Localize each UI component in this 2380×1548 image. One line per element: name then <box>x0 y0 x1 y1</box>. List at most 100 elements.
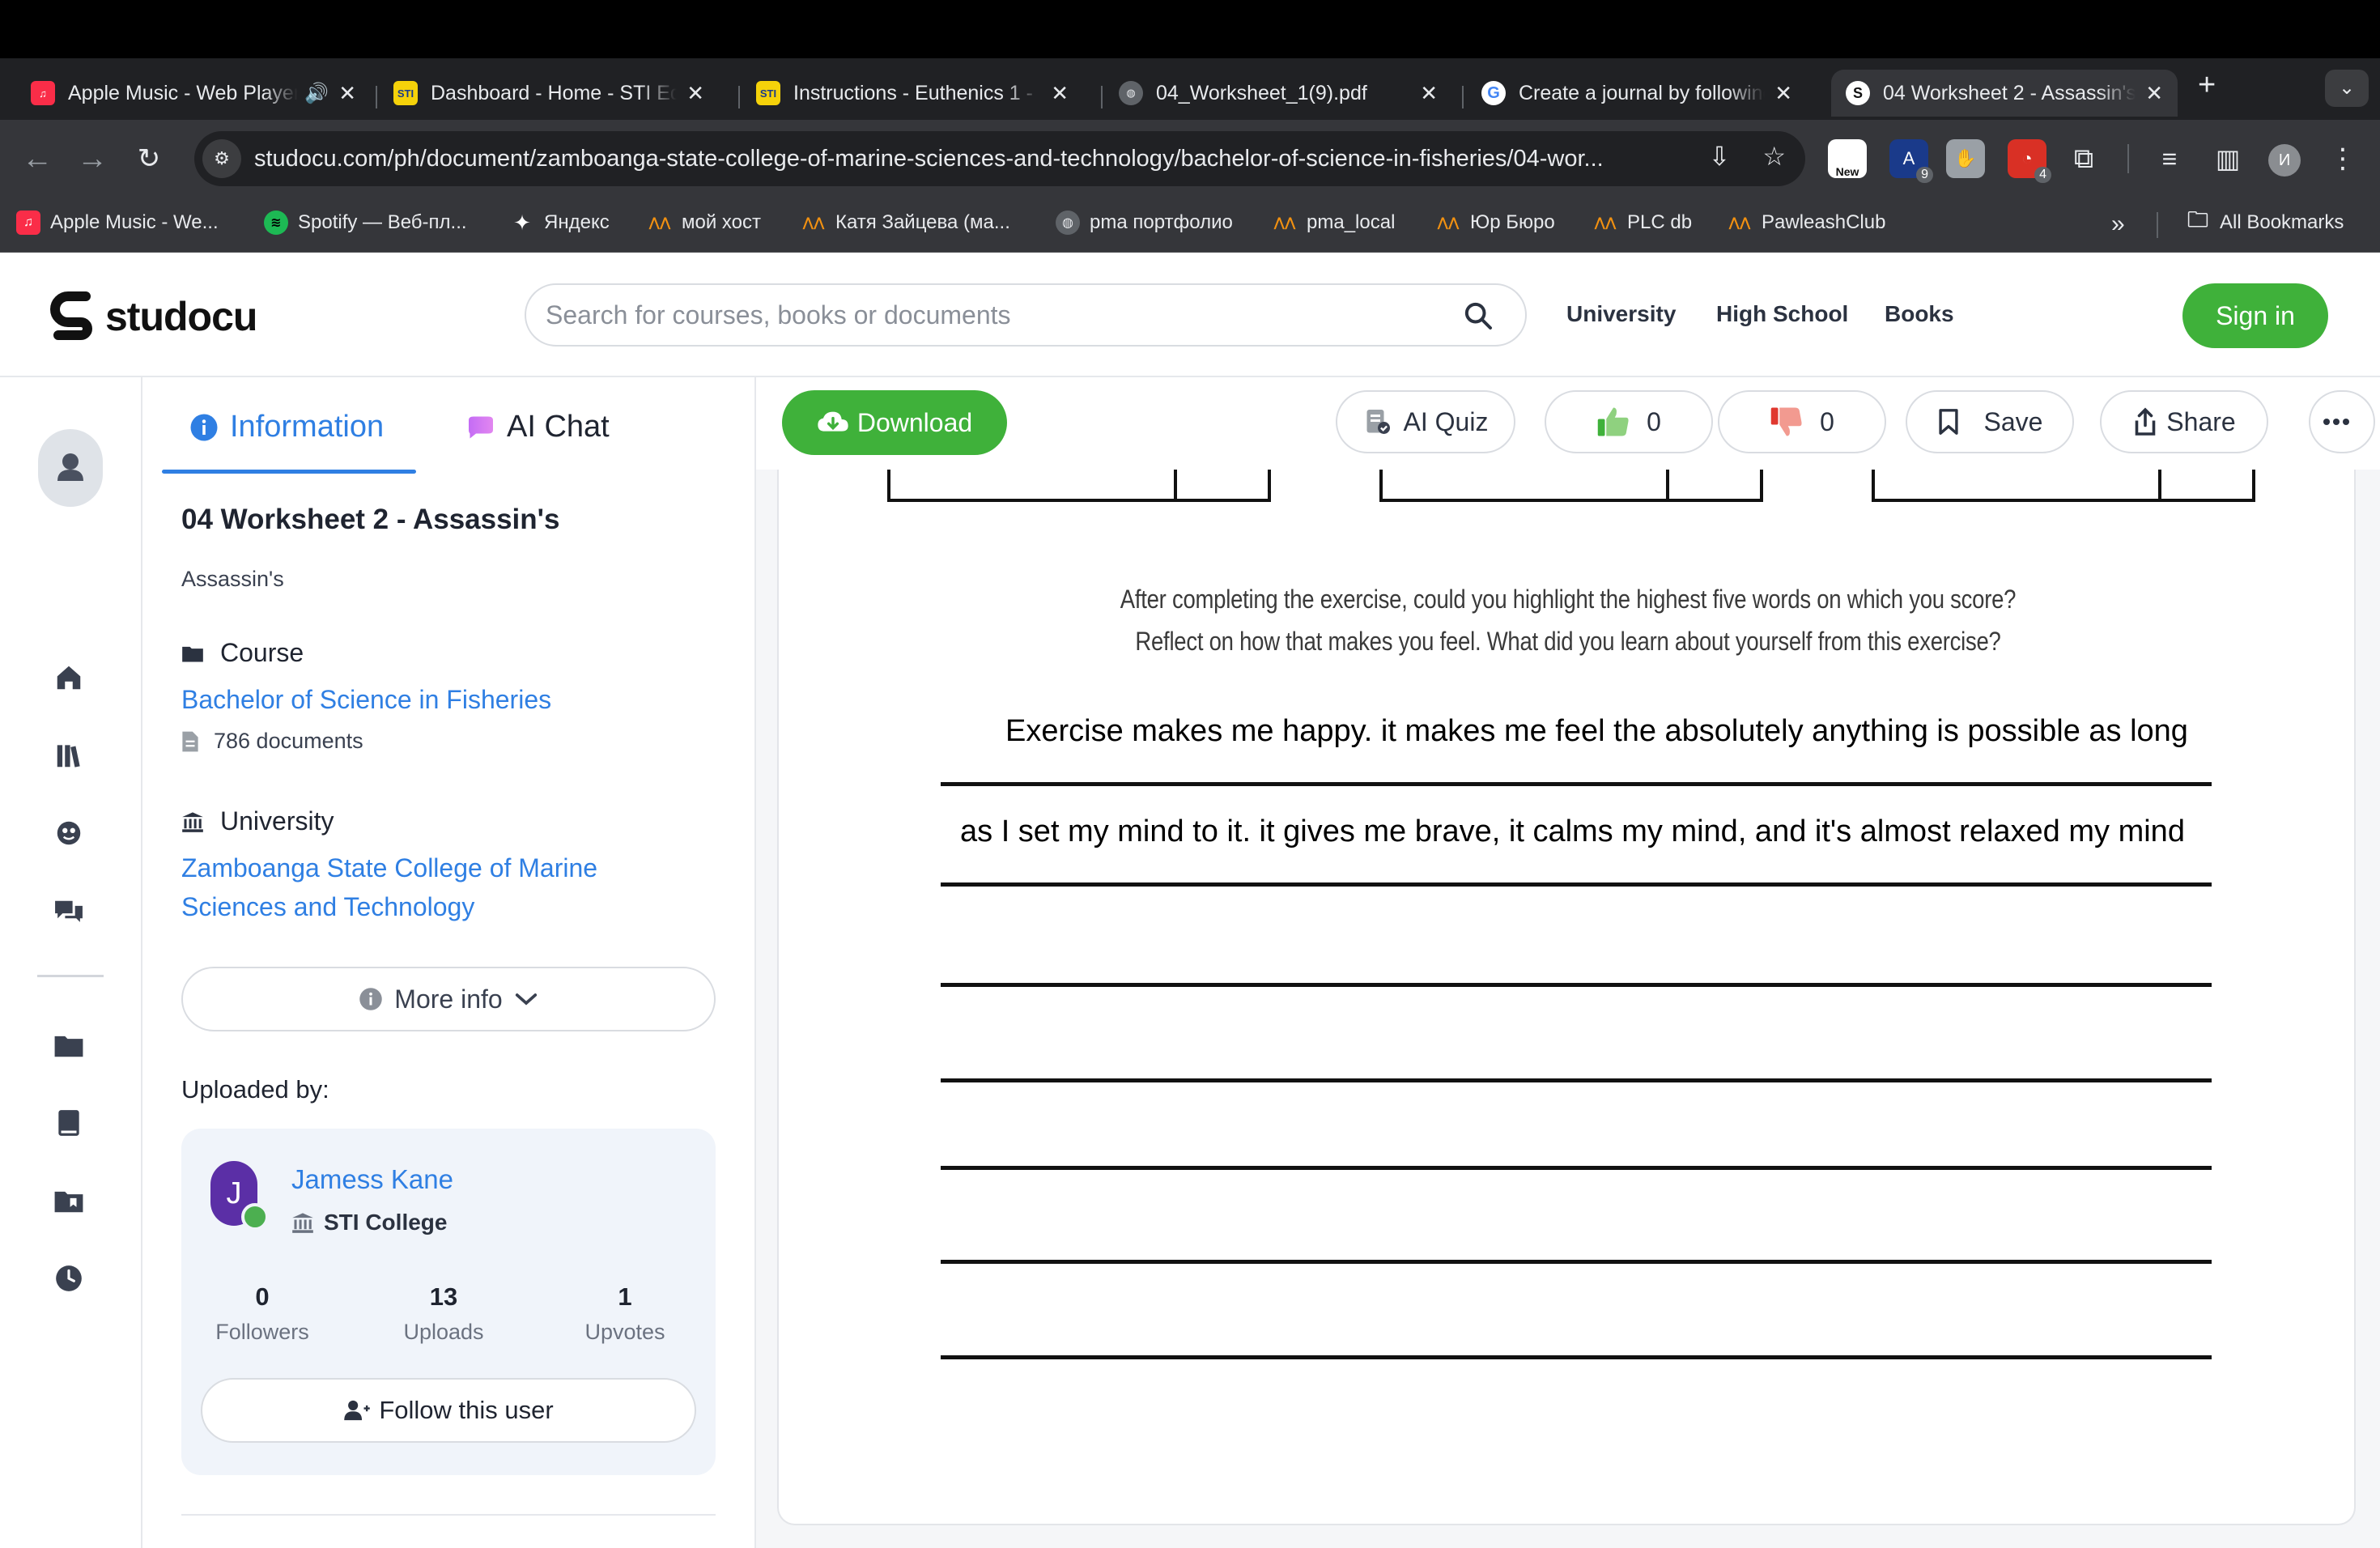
bookmark-yur-buro[interactable]: ⋀⋀ Юр Бюро <box>1436 211 1555 235</box>
new-extension-icon[interactable]: New <box>1828 139 1867 178</box>
globe-icon: ◍ <box>1119 81 1143 105</box>
pma-icon: ⋀⋀ <box>1437 216 1460 230</box>
tab-search-button[interactable]: ⌄ <box>2325 70 2369 107</box>
install-app-icon[interactable]: ⇩ <box>1709 141 1731 172</box>
course-link[interactable]: Bachelor of Science in Fisheries <box>181 680 667 719</box>
left-sidebar-rail <box>0 377 142 1548</box>
reload-icon[interactable]: ↻ <box>126 136 172 181</box>
user-avatar[interactable] <box>38 429 103 507</box>
close-tab-icon[interactable]: ✕ <box>1774 81 1792 106</box>
tab-information[interactable]: Information <box>189 410 384 444</box>
uploader-card: J Jamess Kane STI College 0 Followers 13… <box>181 1129 716 1475</box>
media-control-icon[interactable]: ≡ <box>2150 139 2189 178</box>
browser-tab-sti-dashboard[interactable]: STI Dashboard - Home - STI Education ✕ <box>379 70 719 117</box>
bookmark-pawleash[interactable]: ⋀⋀ PawleashClub <box>1728 211 1886 235</box>
bookmark-yandex[interactable]: ✦ Яндекс <box>510 211 610 235</box>
book-icon[interactable] <box>52 1106 86 1140</box>
save-button[interactable]: Save <box>1906 390 2074 453</box>
dislike-button[interactable]: 0 <box>1718 390 1886 453</box>
logo-text: studocu <box>105 294 257 339</box>
all-bookmarks-button[interactable]: 🗀 All Bookmarks <box>2186 207 2344 235</box>
uploader-name-link[interactable]: Jamess Kane <box>291 1164 453 1195</box>
bookmark-my-host[interactable]: ⋀⋀ мой хост <box>648 211 761 235</box>
new-tab-button[interactable]: + <box>2198 70 2216 100</box>
info-icon <box>190 414 218 440</box>
tab-ai-chat[interactable]: AI Chat <box>466 410 610 444</box>
search-icon[interactable] <box>1462 300 1494 332</box>
toolbar-divider <box>2127 144 2129 173</box>
bookmark-pma-local[interactable]: ⋀⋀ pma_local <box>1273 211 1396 235</box>
profile-avatar[interactable]: И <box>2268 144 2301 176</box>
ai-quiz-button[interactable]: AI Quiz <box>1336 390 1515 453</box>
speaker-icon[interactable]: 🔊 <box>304 82 329 105</box>
score-box <box>887 470 1271 502</box>
library-icon[interactable] <box>52 738 86 772</box>
brain-ai-icon[interactable] <box>52 816 86 850</box>
close-tab-icon[interactable]: ✕ <box>338 81 356 106</box>
browser-menu-icon[interactable]: ⋮ <box>2323 139 2362 178</box>
bookmark-pma-portfolio[interactable]: ◍ pma портфолио <box>1056 211 1233 235</box>
close-tab-icon[interactable]: ✕ <box>2145 81 2163 106</box>
browser-tab-worksheet-pdf[interactable]: ◍ 04_Worksheet_1(9).pdf ✕ <box>1104 70 1452 117</box>
studocu-logo[interactable]: studocu <box>50 291 257 342</box>
forward-icon[interactable]: → <box>70 136 115 181</box>
studocu-icon: S <box>1846 81 1870 105</box>
side-panel-icon[interactable]: ▥ <box>2208 139 2247 178</box>
extension-icon[interactable]: ✋ <box>1946 139 1985 178</box>
studocu-logo-icon <box>50 291 92 340</box>
pma-icon: ⋀⋀ <box>1594 216 1617 230</box>
browser-tab-apple-music[interactable]: ♫ Apple Music - Web Player 🔊 ✕ <box>16 70 371 117</box>
site-info-icon[interactable]: ⚙ <box>202 139 241 178</box>
bookmark-plc-db[interactable]: ⋀⋀ PLC db <box>1593 211 1693 235</box>
saved-folder-icon[interactable] <box>52 1184 86 1218</box>
folder-icon[interactable] <box>52 1028 86 1062</box>
university-icon <box>292 1213 313 1233</box>
info-icon <box>359 988 383 1010</box>
bookmark-star-icon[interactable]: ☆ <box>1762 141 1786 172</box>
tab-title: Create a journal by following <box>1519 81 1766 104</box>
nav-high-school[interactable]: High School <box>1716 301 1848 327</box>
browser-tab-strip: ♫ Apple Music - Web Player 🔊 ✕ STI Dashb… <box>0 58 2380 120</box>
bookmarks-overflow-icon[interactable]: » <box>2111 211 2125 238</box>
document-viewer: Download AI Quiz 0 0 Save Share After co… <box>756 377 2380 1548</box>
browser-tab-studocu-active[interactable]: S 04 Worksheet 2 - Assassin's ✕ <box>1831 70 2178 117</box>
url-text[interactable]: studocu.com/ph/document/zamboanga-state-… <box>254 146 1663 172</box>
sign-in-button[interactable]: Sign in <box>2182 283 2328 348</box>
university-link[interactable]: Zamboanga State College of Marine Scienc… <box>181 848 635 926</box>
ellipsis-icon <box>2323 419 2349 425</box>
browser-tab-sti-instructions[interactable]: STI Instructions - Euthenics 1 - ✕ <box>742 70 1083 117</box>
download-button[interactable]: Download <box>782 390 1007 455</box>
search-input[interactable] <box>546 300 1420 330</box>
extensions-puzzle-icon[interactable]: ⧉ <box>2064 139 2103 178</box>
nav-university[interactable]: University <box>1566 301 1676 327</box>
writing-line <box>941 882 2212 887</box>
back-icon[interactable]: ← <box>15 136 60 181</box>
pma-icon: ⋀⋀ <box>648 216 671 230</box>
more-options-button[interactable] <box>2309 390 2375 453</box>
home-icon[interactable] <box>52 661 86 695</box>
uploaded-by-label: Uploaded by: <box>181 1075 329 1104</box>
chevron-down-icon <box>515 993 537 1006</box>
sparkle-icon: ✦ <box>513 210 531 235</box>
more-info-button[interactable]: More info <box>181 967 716 1031</box>
bookmark-katya[interactable]: ⋀⋀ Катя Зайцева (ма... <box>801 211 1010 235</box>
share-button[interactable]: Share <box>2100 390 2268 453</box>
follow-user-button[interactable]: Follow this user <box>201 1378 696 1443</box>
extension-badge-icon[interactable]: A9 <box>1889 139 1933 183</box>
browser-tab-google[interactable]: G Create a journal by following ✕ <box>1467 70 1807 117</box>
writing-line <box>941 1260 2212 1264</box>
close-tab-icon[interactable]: ✕ <box>686 81 704 106</box>
search-bar[interactable] <box>525 283 1527 347</box>
address-bar[interactable]: ⚙ studocu.com/ph/document/zamboanga-stat… <box>194 131 1805 186</box>
nav-books[interactable]: Books <box>1885 301 1954 327</box>
stat-upvotes: 1 Upvotes <box>584 1282 665 1344</box>
close-tab-icon[interactable]: ✕ <box>1051 81 1069 106</box>
clock-history-icon[interactable] <box>52 1261 86 1295</box>
answer-line-2: as I set my mind to it. it gives me brav… <box>960 814 2185 848</box>
like-button[interactable]: 0 <box>1545 390 1713 453</box>
close-tab-icon[interactable]: ✕ <box>1420 81 1438 106</box>
bookmark-apple-music[interactable]: ♫ Apple Music - We... <box>16 211 219 235</box>
bookmark-spotify[interactable]: ≋ Spotify — Веб-пл... <box>264 211 467 235</box>
extension-red-icon[interactable]: ◔ 4 <box>2008 139 2051 183</box>
chat-icon[interactable] <box>52 894 86 928</box>
